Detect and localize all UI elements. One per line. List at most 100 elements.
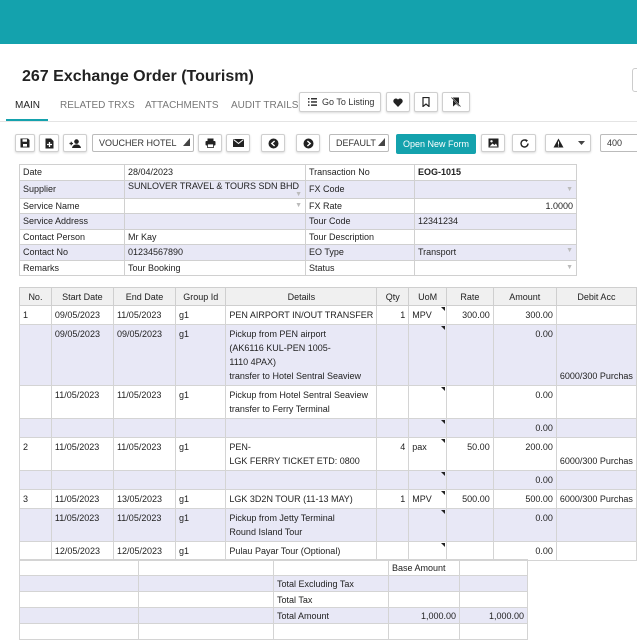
cell-details[interactable]: LGK 3D2N TOUR (11-13 MAY) bbox=[225, 489, 378, 509]
header-field-value[interactable]: 01234567890 bbox=[124, 244, 306, 261]
cell-qty[interactable] bbox=[376, 385, 410, 419]
header-field-value[interactable]: Mr Kay bbox=[124, 228, 306, 245]
cell-end[interactable]: 11/05/2023 bbox=[112, 437, 177, 471]
tab-main[interactable]: MAIN bbox=[15, 100, 40, 111]
table-row[interactable]: 0.00 bbox=[19, 470, 637, 490]
cell-start[interactable]: 11/05/2023 bbox=[50, 489, 114, 509]
alert-menu-button[interactable] bbox=[545, 134, 591, 152]
cell-start[interactable]: 12/05/2023 bbox=[50, 541, 114, 561]
cell-debit[interactable]: 6000/300 Purchas bbox=[555, 437, 637, 471]
cell-qty[interactable] bbox=[376, 324, 410, 386]
column-header[interactable]: Debit Acc bbox=[555, 287, 637, 306]
column-header[interactable]: UoM bbox=[408, 287, 448, 306]
cell-rate[interactable] bbox=[446, 508, 494, 542]
cell-group[interactable]: g1 bbox=[175, 324, 227, 386]
cell-group[interactable] bbox=[175, 418, 227, 438]
header-field-value[interactable] bbox=[414, 228, 577, 245]
remove-bookmark-button[interactable] bbox=[442, 92, 470, 112]
cell-amount[interactable]: 0.00 bbox=[492, 541, 557, 561]
table-row[interactable]: 3 11/05/2023 13/05/2023 g1 LGK 3D2N TOUR (11… bbox=[19, 489, 637, 509]
next-record-button[interactable] bbox=[296, 134, 320, 152]
cell-debit[interactable] bbox=[555, 470, 637, 490]
zoom-select[interactable]: 400 bbox=[600, 134, 637, 152]
header-field-value[interactable]: ▼ bbox=[124, 197, 306, 214]
tab-attachments[interactable]: ATTACHMENTS bbox=[145, 100, 219, 111]
previous-record-button[interactable] bbox=[261, 134, 285, 152]
column-header[interactable]: Group Id bbox=[175, 287, 227, 306]
cell-no[interactable] bbox=[19, 418, 52, 438]
go-to-listing-button[interactable]: Go To Listing bbox=[299, 92, 381, 112]
cell-start[interactable]: 11/05/2023 bbox=[50, 385, 114, 419]
cell-details[interactable]: Pulau Payar Tour (Optional) bbox=[225, 541, 378, 561]
refresh-button[interactable] bbox=[512, 134, 536, 152]
image-button[interactable] bbox=[481, 134, 505, 152]
tab-audit-trails[interactable]: AUDIT TRAILS bbox=[231, 100, 298, 111]
cell-rate[interactable] bbox=[446, 541, 494, 561]
cell-debit[interactable] bbox=[555, 305, 637, 325]
cell-no[interactable]: 3 bbox=[19, 489, 52, 509]
column-header[interactable]: Qty bbox=[376, 287, 410, 306]
cell-debit[interactable] bbox=[555, 541, 637, 561]
cell-details[interactable]: Pickup from Hotel Sentral Seaview transfe… bbox=[225, 385, 378, 419]
cell-amount[interactable]: 0.00 bbox=[492, 324, 557, 386]
cell-amount[interactable]: 0.00 bbox=[492, 470, 557, 490]
cell-end[interactable]: 13/05/2023 bbox=[112, 489, 177, 509]
cell-no[interactable] bbox=[19, 541, 52, 561]
table-row[interactable]: 0.00 bbox=[19, 418, 637, 438]
header-field-value[interactable]: Tour Booking bbox=[124, 259, 306, 276]
cell-end[interactable]: 11/05/2023 bbox=[112, 508, 177, 542]
cell-debit[interactable] bbox=[555, 508, 637, 542]
cell-no[interactable] bbox=[19, 385, 52, 419]
header-field-value[interactable]: SUNLOVER TRAVEL & TOURS SDN BHD ▼ bbox=[124, 179, 306, 199]
dropdown-arrow-icon[interactable]: ▼ bbox=[566, 247, 573, 254]
bookmark-button[interactable] bbox=[414, 92, 438, 112]
dropdown-arrow-icon[interactable]: ▼ bbox=[566, 186, 573, 193]
assign-user-button[interactable] bbox=[63, 134, 87, 152]
cell-uom[interactable]: MPV bbox=[408, 489, 448, 509]
table-row[interactable]: 1 09/05/2023 11/05/2023 g1 PEN AIRPORT IN/OU… bbox=[19, 305, 637, 325]
column-header[interactable]: Amount bbox=[492, 287, 557, 306]
cell-debit[interactable]: 6000/300 Purchas bbox=[555, 489, 637, 509]
cell-end[interactable]: 12/05/2023 bbox=[112, 541, 177, 561]
header-field-value[interactable]: 12341234 bbox=[414, 213, 577, 230]
column-header[interactable]: Rate bbox=[446, 287, 494, 306]
cell-no[interactable]: 2 bbox=[19, 437, 52, 471]
cell-uom[interactable] bbox=[408, 508, 448, 542]
tab-related-trxs[interactable]: RELATED TRXS bbox=[60, 100, 135, 111]
cell-rate[interactable]: 50.00 bbox=[446, 437, 494, 471]
cell-start[interactable] bbox=[50, 418, 114, 438]
cell-group[interactable] bbox=[175, 470, 227, 490]
cell-no[interactable] bbox=[19, 508, 52, 542]
cell-uom[interactable] bbox=[408, 385, 448, 419]
cell-group[interactable]: g1 bbox=[175, 437, 227, 471]
dropdown-arrow-icon[interactable]: ▼ bbox=[295, 202, 302, 209]
cell-qty[interactable]: 4 bbox=[376, 437, 410, 471]
cell-qty[interactable]: 1 bbox=[376, 489, 410, 509]
cell-uom[interactable] bbox=[408, 324, 448, 386]
cell-qty[interactable]: 1 bbox=[376, 305, 410, 325]
dropdown-arrow-icon[interactable]: ▼ bbox=[295, 191, 302, 198]
cell-start[interactable]: 09/05/2023 bbox=[50, 324, 114, 386]
cell-rate[interactable] bbox=[446, 418, 494, 438]
cell-details[interactable]: Pickup from Jetty Terminal Round Island T… bbox=[225, 508, 378, 542]
table-row[interactable]: 09/05/2023 09/05/2023 g1 Pickup from PEN ai… bbox=[19, 324, 637, 386]
cell-end[interactable]: 11/05/2023 bbox=[112, 385, 177, 419]
cell-rate[interactable]: 500.00 bbox=[446, 489, 494, 509]
cell-group[interactable]: g1 bbox=[175, 385, 227, 419]
cell-group[interactable]: g1 bbox=[175, 305, 227, 325]
cell-uom[interactable]: MPV bbox=[408, 305, 448, 325]
cell-debit[interactable] bbox=[555, 385, 637, 419]
save-new-button[interactable] bbox=[39, 134, 59, 152]
cell-end[interactable] bbox=[112, 418, 177, 438]
cell-end[interactable]: 11/05/2023 bbox=[112, 305, 177, 325]
header-field-value[interactable]: 28/04/2023 bbox=[124, 164, 306, 181]
cell-end[interactable] bbox=[112, 470, 177, 490]
table-row[interactable]: 11/05/2023 11/05/2023 g1 Pickup from Jetty … bbox=[19, 508, 637, 542]
form-layout-select[interactable]: DEFAULT bbox=[329, 134, 389, 152]
header-action-button[interactable] bbox=[632, 68, 637, 92]
cell-rate[interactable] bbox=[446, 385, 494, 419]
cell-start[interactable]: 11/05/2023 bbox=[50, 508, 114, 542]
dropdown-arrow-icon[interactable]: ▼ bbox=[566, 264, 573, 271]
cell-qty[interactable] bbox=[376, 541, 410, 561]
table-row[interactable]: 12/05/2023 12/05/2023 g1 Pulau Payar Tour (… bbox=[19, 541, 637, 561]
